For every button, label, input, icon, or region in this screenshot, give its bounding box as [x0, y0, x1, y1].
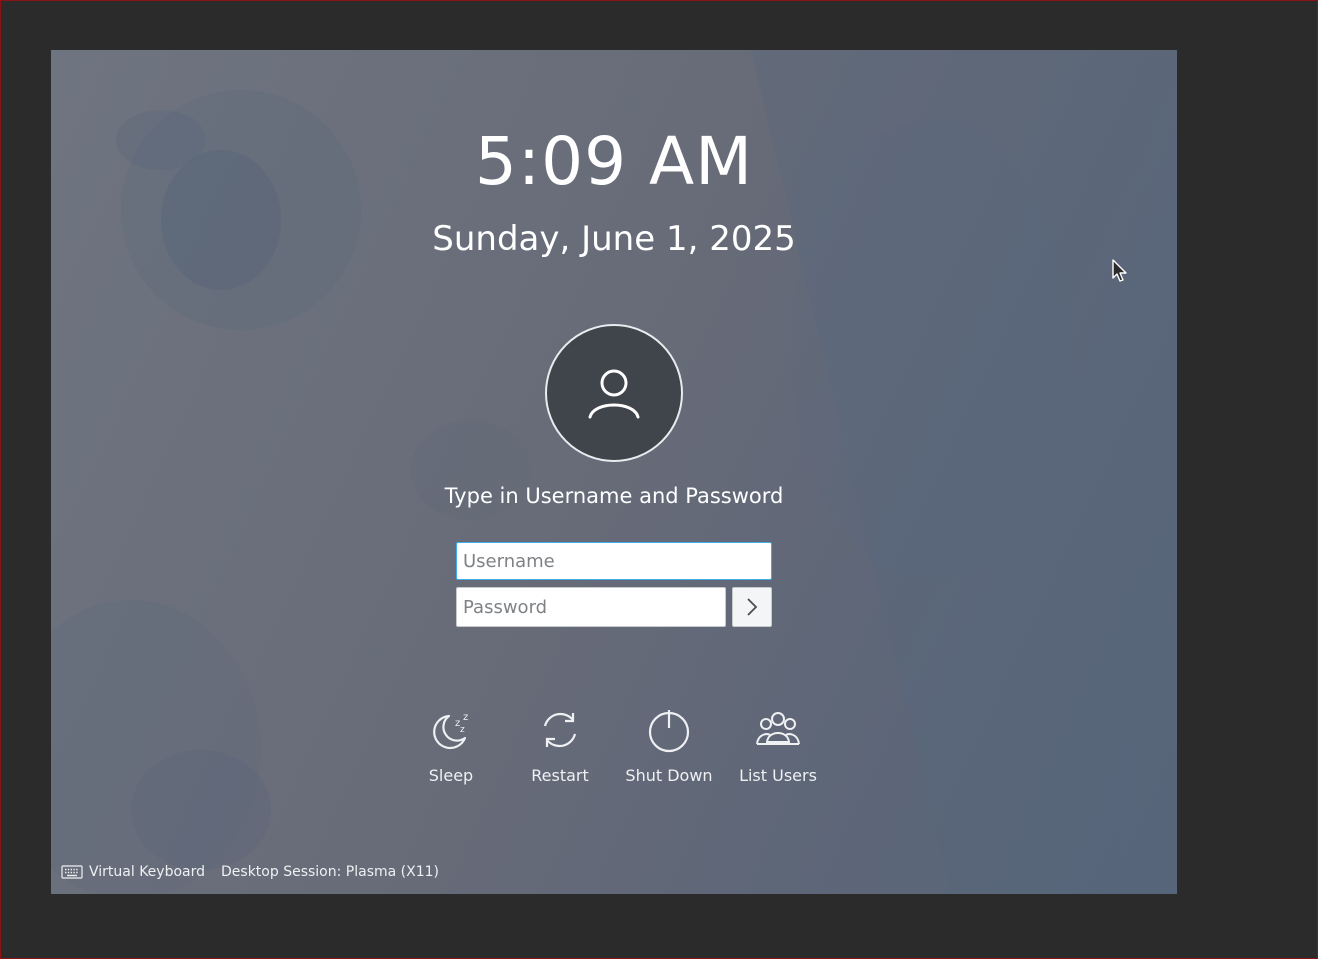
chevron-right-icon — [747, 598, 758, 616]
power-icon — [648, 710, 690, 753]
user-icon — [588, 369, 640, 419]
password-input[interactable] — [456, 587, 726, 627]
virtual-keyboard-button[interactable]: Virtual Keyboard — [61, 864, 205, 880]
sleep-button[interactable]: z z z Sleep — [401, 706, 501, 785]
username-input[interactable] — [456, 542, 772, 580]
shutdown-label: Shut Down — [625, 766, 713, 785]
shutdown-button[interactable]: Shut Down — [619, 706, 719, 785]
bottom-bar: Virtual Keyboard Desktop Session: Plasma… — [61, 864, 455, 880]
session-selector[interactable]: Desktop Session: Plasma (X11) — [221, 864, 439, 880]
restart-button[interactable]: Restart — [510, 706, 610, 785]
clock-date: Sunday, June 1, 2025 — [432, 219, 796, 259]
restart-label: Restart — [531, 766, 589, 785]
svg-text:z: z — [463, 712, 468, 723]
login-prompt: Type in Username and Password — [444, 484, 784, 508]
users-icon — [756, 712, 800, 745]
svg-text:z: z — [460, 725, 465, 735]
list-users-label: List Users — [739, 766, 817, 785]
login-submit-button[interactable] — [732, 587, 772, 627]
session-label: Desktop Session: Plasma (X11) — [221, 864, 439, 880]
sleep-icon: z z z — [433, 712, 468, 750]
clock-time: 5:09 AM — [474, 123, 754, 200]
restart-icon — [543, 712, 577, 748]
mouse-cursor-icon — [1112, 259, 1127, 282]
login-screen: 5:09 AM Sunday, June 1, 2025 Type in Use… — [51, 50, 1177, 894]
list-users-button[interactable]: List Users — [728, 706, 828, 785]
sleep-label: Sleep — [428, 766, 474, 785]
virtual-keyboard-label: Virtual Keyboard — [89, 864, 206, 880]
keyboard-icon — [61, 865, 83, 879]
user-avatar — [545, 324, 683, 462]
